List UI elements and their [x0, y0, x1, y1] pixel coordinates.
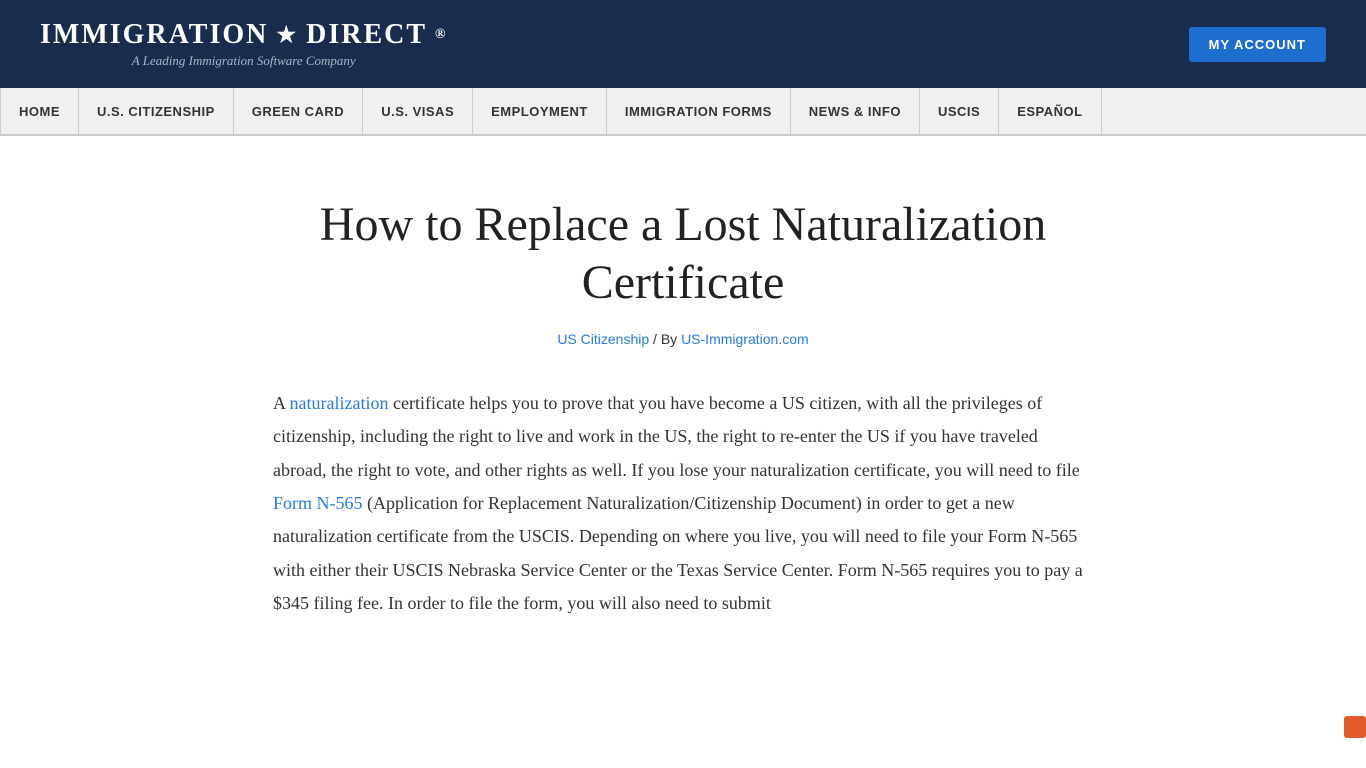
nav-item-forms[interactable]: IMMIGRATION FORMS [607, 88, 791, 134]
article-author-link[interactable]: US-Immigration.com [681, 331, 809, 347]
logo-star-icon: ★ [276, 22, 298, 48]
form-n565-link[interactable]: Form N-565 [273, 493, 363, 513]
nav-item-green-card[interactable]: GREEN CARD [234, 88, 363, 134]
body-part2: (Application for Replacement Naturalizat… [273, 493, 1083, 613]
article-title: How to Replace a Lost Naturalization Cer… [273, 196, 1093, 311]
article-category-link[interactable]: US Citizenship [557, 331, 649, 347]
body-intro: A [273, 393, 290, 413]
nav-item-espanol[interactable]: ESPAÑOL [999, 88, 1101, 134]
nav-item-citizenship[interactable]: U.S. CITIZENSHIP [79, 88, 234, 134]
nav-item-employment[interactable]: EMPLOYMENT [473, 88, 607, 134]
main-navigation: HOME U.S. CITIZENSHIP GREEN CARD U.S. VI… [0, 88, 1366, 136]
my-account-button[interactable]: MY ACCOUNT [1189, 27, 1326, 62]
naturalization-link[interactable]: naturalization [290, 393, 389, 413]
body-part1: certificate helps you to prove that you … [273, 393, 1080, 480]
article-meta: US Citizenship / By US-Immigration.com [273, 331, 1093, 347]
logo: IMMIGRATION ★ DIRECT ® A Leading Immigrat… [40, 19, 448, 69]
logo-text: IMMIGRATION ★ DIRECT ® [40, 19, 448, 51]
main-content: How to Replace a Lost Naturalization Cer… [233, 136, 1133, 680]
scroll-indicator[interactable] [1344, 716, 1366, 738]
logo-direct: DIRECT [306, 19, 427, 51]
nav-item-home[interactable]: HOME [0, 88, 79, 134]
logo-brand: IMMIGRATION [40, 19, 268, 51]
logo-tagline: A Leading Immigration Software Company [132, 53, 356, 69]
logo-registered: ® [435, 27, 447, 43]
site-header: IMMIGRATION ★ DIRECT ® A Leading Immigrat… [0, 0, 1366, 88]
nav-item-uscis[interactable]: USCIS [920, 88, 999, 134]
article-meta-separator: / By [649, 331, 681, 347]
nav-item-news[interactable]: NEWS & INFO [791, 88, 920, 134]
article-body: A naturalization certificate helps you t… [273, 387, 1093, 620]
article-paragraph-1: A naturalization certificate helps you t… [273, 387, 1093, 620]
nav-item-visas[interactable]: U.S. VISAS [363, 88, 473, 134]
